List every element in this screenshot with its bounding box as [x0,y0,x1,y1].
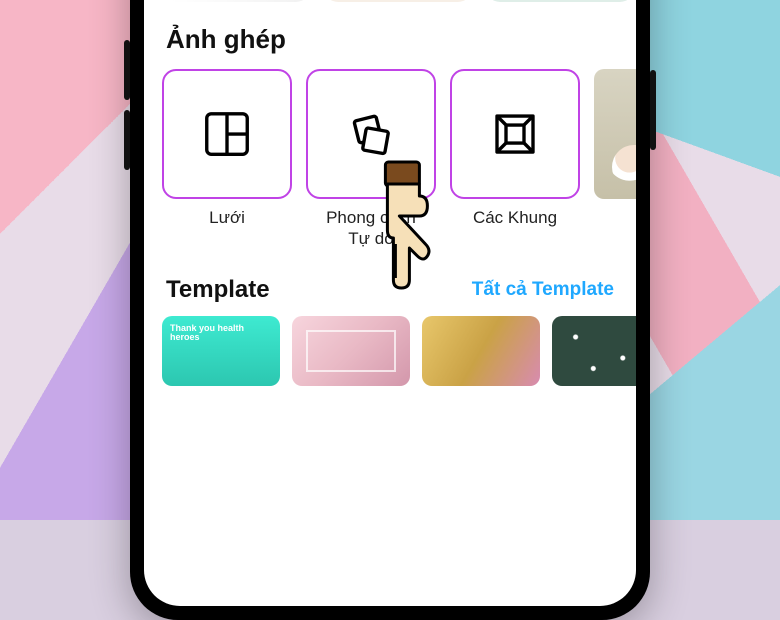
collage-frames-button[interactable] [450,69,580,199]
template-card-sparkle-dark[interactable] [552,316,636,386]
all-templates-link[interactable]: Tất cả Template [472,279,614,301]
effect-card-paint[interactable] [324,0,472,2]
phone-frame: Ảnh ghép Lưới [130,0,650,620]
collage-freestyle-label: Phong cách Tự do [326,207,416,250]
effect-card-flowers[interactable] [486,0,634,2]
template-card-gold-collage[interactable] [422,316,540,386]
collage-frames-label: Các Khung [473,207,557,228]
collage-grid-button[interactable] [162,69,292,199]
template-carousel[interactable]: Thank you health heroes [144,316,636,386]
collage-section-title: Ảnh ghép [144,2,636,69]
template-section-title: Template [166,276,270,304]
template-card-health-heroes[interactable]: Thank you health heroes [162,316,280,386]
frame-icon [488,107,542,161]
collage-freestyle-button[interactable] [306,69,436,199]
collage-grid-label: Lưới [209,207,245,228]
effect-card-stars[interactable] [162,0,310,2]
freestyle-icon [344,107,398,161]
app-screen: Ảnh ghép Lưới [144,0,636,606]
template-card-pink-frame[interactable] [292,316,410,386]
effects-carousel[interactable] [144,0,636,2]
template-card-caption: Thank you health heroes [170,324,272,344]
collage-options-row: Lưới Phong cách Tự do [144,69,636,250]
collage-preview-thumb[interactable] [594,69,636,199]
grid-icon [200,107,254,161]
